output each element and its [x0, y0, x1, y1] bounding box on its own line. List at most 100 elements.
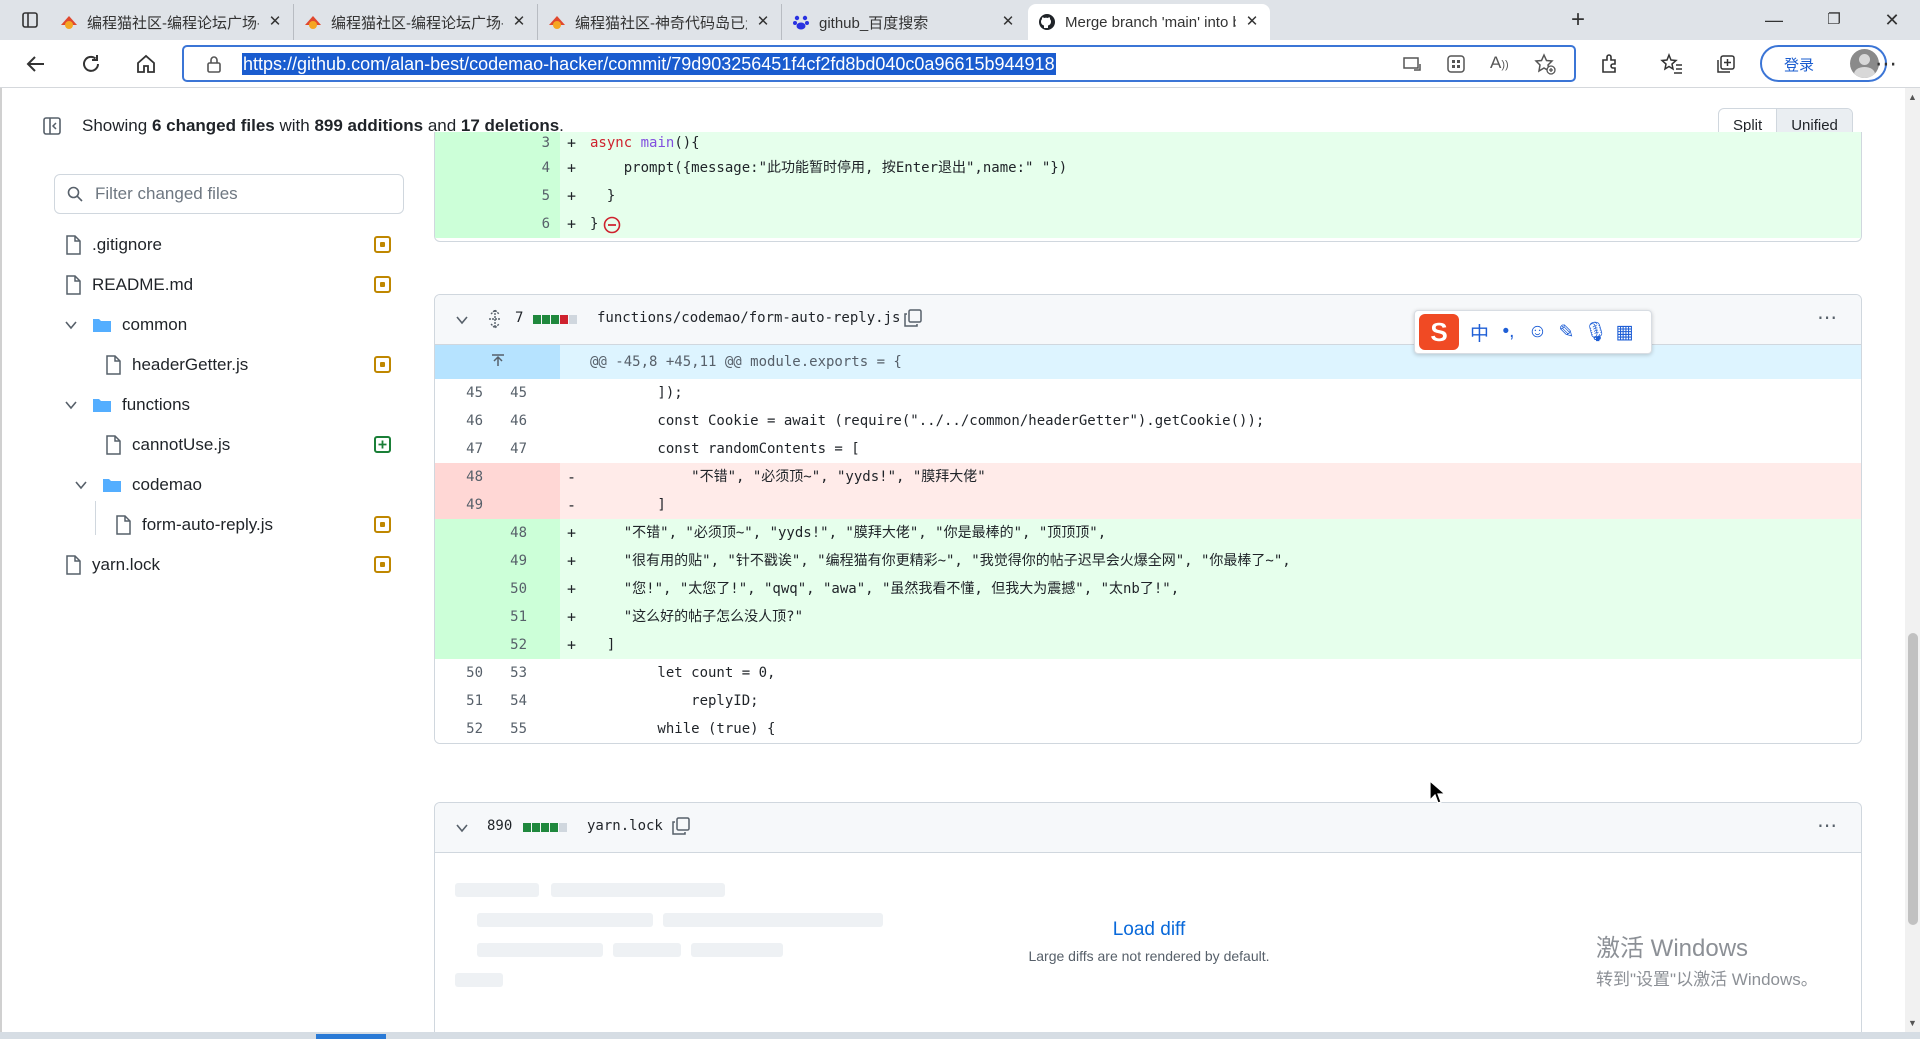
home-icon[interactable] [130, 48, 162, 80]
ime-emoji-icon[interactable]: ☺ [1523, 321, 1552, 343]
ime-chinese-mode-icon[interactable]: 中 [1465, 319, 1494, 346]
page-scrollbar[interactable]: ▲ ▼ [1905, 88, 1920, 1032]
old-line-number[interactable]: 50 [438, 659, 483, 687]
sidebar-toggle-icon[interactable] [42, 116, 62, 136]
copy-icon[interactable] [903, 308, 923, 328]
scroll-down-icon[interactable]: ▼ [1908, 1018, 1917, 1028]
add-favorite-icon[interactable] [1534, 53, 1556, 75]
back-icon[interactable] [20, 48, 52, 80]
close-icon[interactable]: ✕ [755, 14, 771, 30]
new-line-number[interactable]: 50 [482, 575, 527, 603]
close-icon[interactable]: ✕ [1000, 14, 1016, 30]
new-line-number[interactable]: 49 [482, 547, 527, 575]
tab-title: 编程猫社区-编程论坛广场-编程 [87, 14, 259, 32]
minimize-icon[interactable]: — [1746, 0, 1802, 40]
new-tab-icon[interactable]: + [1562, 4, 1594, 36]
close-icon[interactable]: ✕ [1244, 14, 1260, 30]
old-line-number[interactable]: 47 [438, 435, 483, 463]
tree-item-cannotuse[interactable]: cannotUse.js [104, 429, 230, 461]
file-modified-icon [374, 556, 391, 573]
expand-up-button[interactable] [435, 345, 560, 379]
scroll-up-icon[interactable]: ▲ [1908, 92, 1917, 102]
ime-handwrite-icon[interactable]: ✎ [1552, 321, 1581, 344]
old-line-number[interactable]: 46 [438, 407, 483, 435]
close-icon[interactable]: ✕ [511, 14, 527, 30]
tree-folder-functions[interactable]: functions [64, 389, 190, 421]
diff-stat-block [550, 823, 558, 832]
browser-tab-active[interactable]: Merge branch 'main' into bcmra ✕ [1028, 4, 1270, 40]
old-line-number[interactable]: 49 [438, 491, 483, 519]
diff-sign: + [567, 524, 577, 542]
grid-icon[interactable] [1446, 54, 1466, 74]
file-modified-icon [374, 356, 391, 373]
diff-file-path[interactable]: yarn.lock [587, 818, 663, 834]
new-line-number[interactable]: 46 [482, 407, 527, 435]
more-icon[interactable]: ⋯ [1870, 48, 1902, 80]
sogou-logo-icon[interactable]: S [1419, 314, 1459, 350]
diff-line-context: 51 54 replyID; [435, 687, 1861, 715]
chevron-down-icon[interactable] [455, 821, 469, 835]
copy-icon[interactable] [671, 816, 691, 836]
new-line-number[interactable]: 54 [482, 687, 527, 715]
old-line-number[interactable]: 51 [438, 687, 483, 715]
filter-files-input[interactable]: Filter changed files [54, 174, 404, 214]
tab-actions-icon[interactable] [14, 4, 46, 36]
tree-item-headergetter[interactable]: headerGetter.js [104, 349, 248, 381]
ime-punctuation-icon[interactable]: •, [1494, 321, 1523, 343]
window-close-icon[interactable]: ✕ [1864, 0, 1920, 40]
tree-item-yarn-lock[interactable]: yarn.lock [64, 549, 160, 581]
close-icon[interactable]: ✕ [267, 14, 283, 30]
scrollbar-thumb[interactable] [1908, 633, 1918, 925]
expand-all-icon[interactable] [487, 309, 503, 329]
github-icon [1039, 14, 1055, 30]
old-line-number[interactable]: 48 [438, 463, 483, 491]
address-bar[interactable]: https://github.com/alan-best/codemao-hac… [182, 45, 1576, 82]
file-icon [66, 275, 81, 295]
diff-file-path[interactable]: functions/codemao/form-auto-reply.js [597, 310, 900, 326]
new-line-number[interactable]: 45 [482, 379, 527, 407]
tree-folder-common[interactable]: common [64, 309, 187, 341]
tab-title: 编程猫社区-神奇代码岛已走向 [575, 14, 747, 32]
old-line-number[interactable]: 52 [438, 715, 483, 743]
new-line-number[interactable]: 48 [482, 519, 527, 547]
diff-change-count: 7 [515, 310, 524, 326]
read-aloud-icon[interactable]: A)) [1490, 53, 1509, 73]
browser-tab[interactable]: 编程猫社区-编程论坛广场-编程 ✕ [294, 4, 538, 40]
tree-item-gitignore[interactable]: .gitignore [64, 229, 162, 261]
tree-item-label: README.md [92, 275, 194, 294]
new-line-number[interactable]: 52 [482, 631, 527, 659]
url-text[interactable]: https://github.com/alan-best/codemao-hac… [242, 53, 1056, 75]
new-line-number[interactable]: 55 [482, 715, 527, 743]
file-icon [106, 435, 121, 455]
tree-folder-codemao[interactable]: codemao [74, 469, 202, 501]
browser-tab[interactable]: github_百度搜索 ✕ [782, 4, 1026, 40]
chevron-down-icon[interactable] [455, 313, 469, 327]
expand-down-button[interactable] [435, 743, 560, 744]
collections-icon[interactable] [1710, 48, 1742, 80]
expand-up-icon [492, 354, 504, 366]
new-line-number[interactable]: 51 [482, 603, 527, 631]
additions-count: 899 additions [314, 116, 424, 135]
ime-toolbox-icon[interactable]: ▦ [1610, 321, 1639, 344]
extensions-icon[interactable] [1594, 48, 1626, 80]
file-icon [66, 235, 81, 255]
tree-item-readme[interactable]: README.md [64, 269, 193, 301]
new-line-number[interactable]: 53 [482, 659, 527, 687]
code-line: } [590, 188, 616, 204]
file-options-icon[interactable]: ⋯ [1817, 813, 1837, 838]
file-options-icon[interactable]: ⋯ [1817, 305, 1837, 330]
old-line-number[interactable]: 45 [438, 379, 483, 407]
app-available-icon[interactable] [1402, 54, 1422, 74]
refresh-icon[interactable] [75, 48, 107, 80]
browser-toolbar: https://github.com/alan-best/codemao-hac… [0, 40, 1920, 88]
restore-icon[interactable]: ❐ [1806, 0, 1862, 40]
new-line-number[interactable]: 47 [482, 435, 527, 463]
tree-item-form-auto-reply[interactable]: form-auto-reply.js [114, 509, 273, 541]
ime-voice-icon[interactable]: 🎙 [1581, 320, 1610, 344]
login-button[interactable]: 登录 [1760, 45, 1887, 82]
browser-tab[interactable]: 编程猫社区-编程论坛广场-编程 ✕ [50, 4, 294, 40]
baidu-icon [793, 15, 809, 30]
browser-tab[interactable]: 编程猫社区-神奇代码岛已走向 ✕ [538, 4, 782, 40]
file-modified-icon [374, 236, 391, 253]
favorites-icon[interactable] [1656, 48, 1688, 80]
